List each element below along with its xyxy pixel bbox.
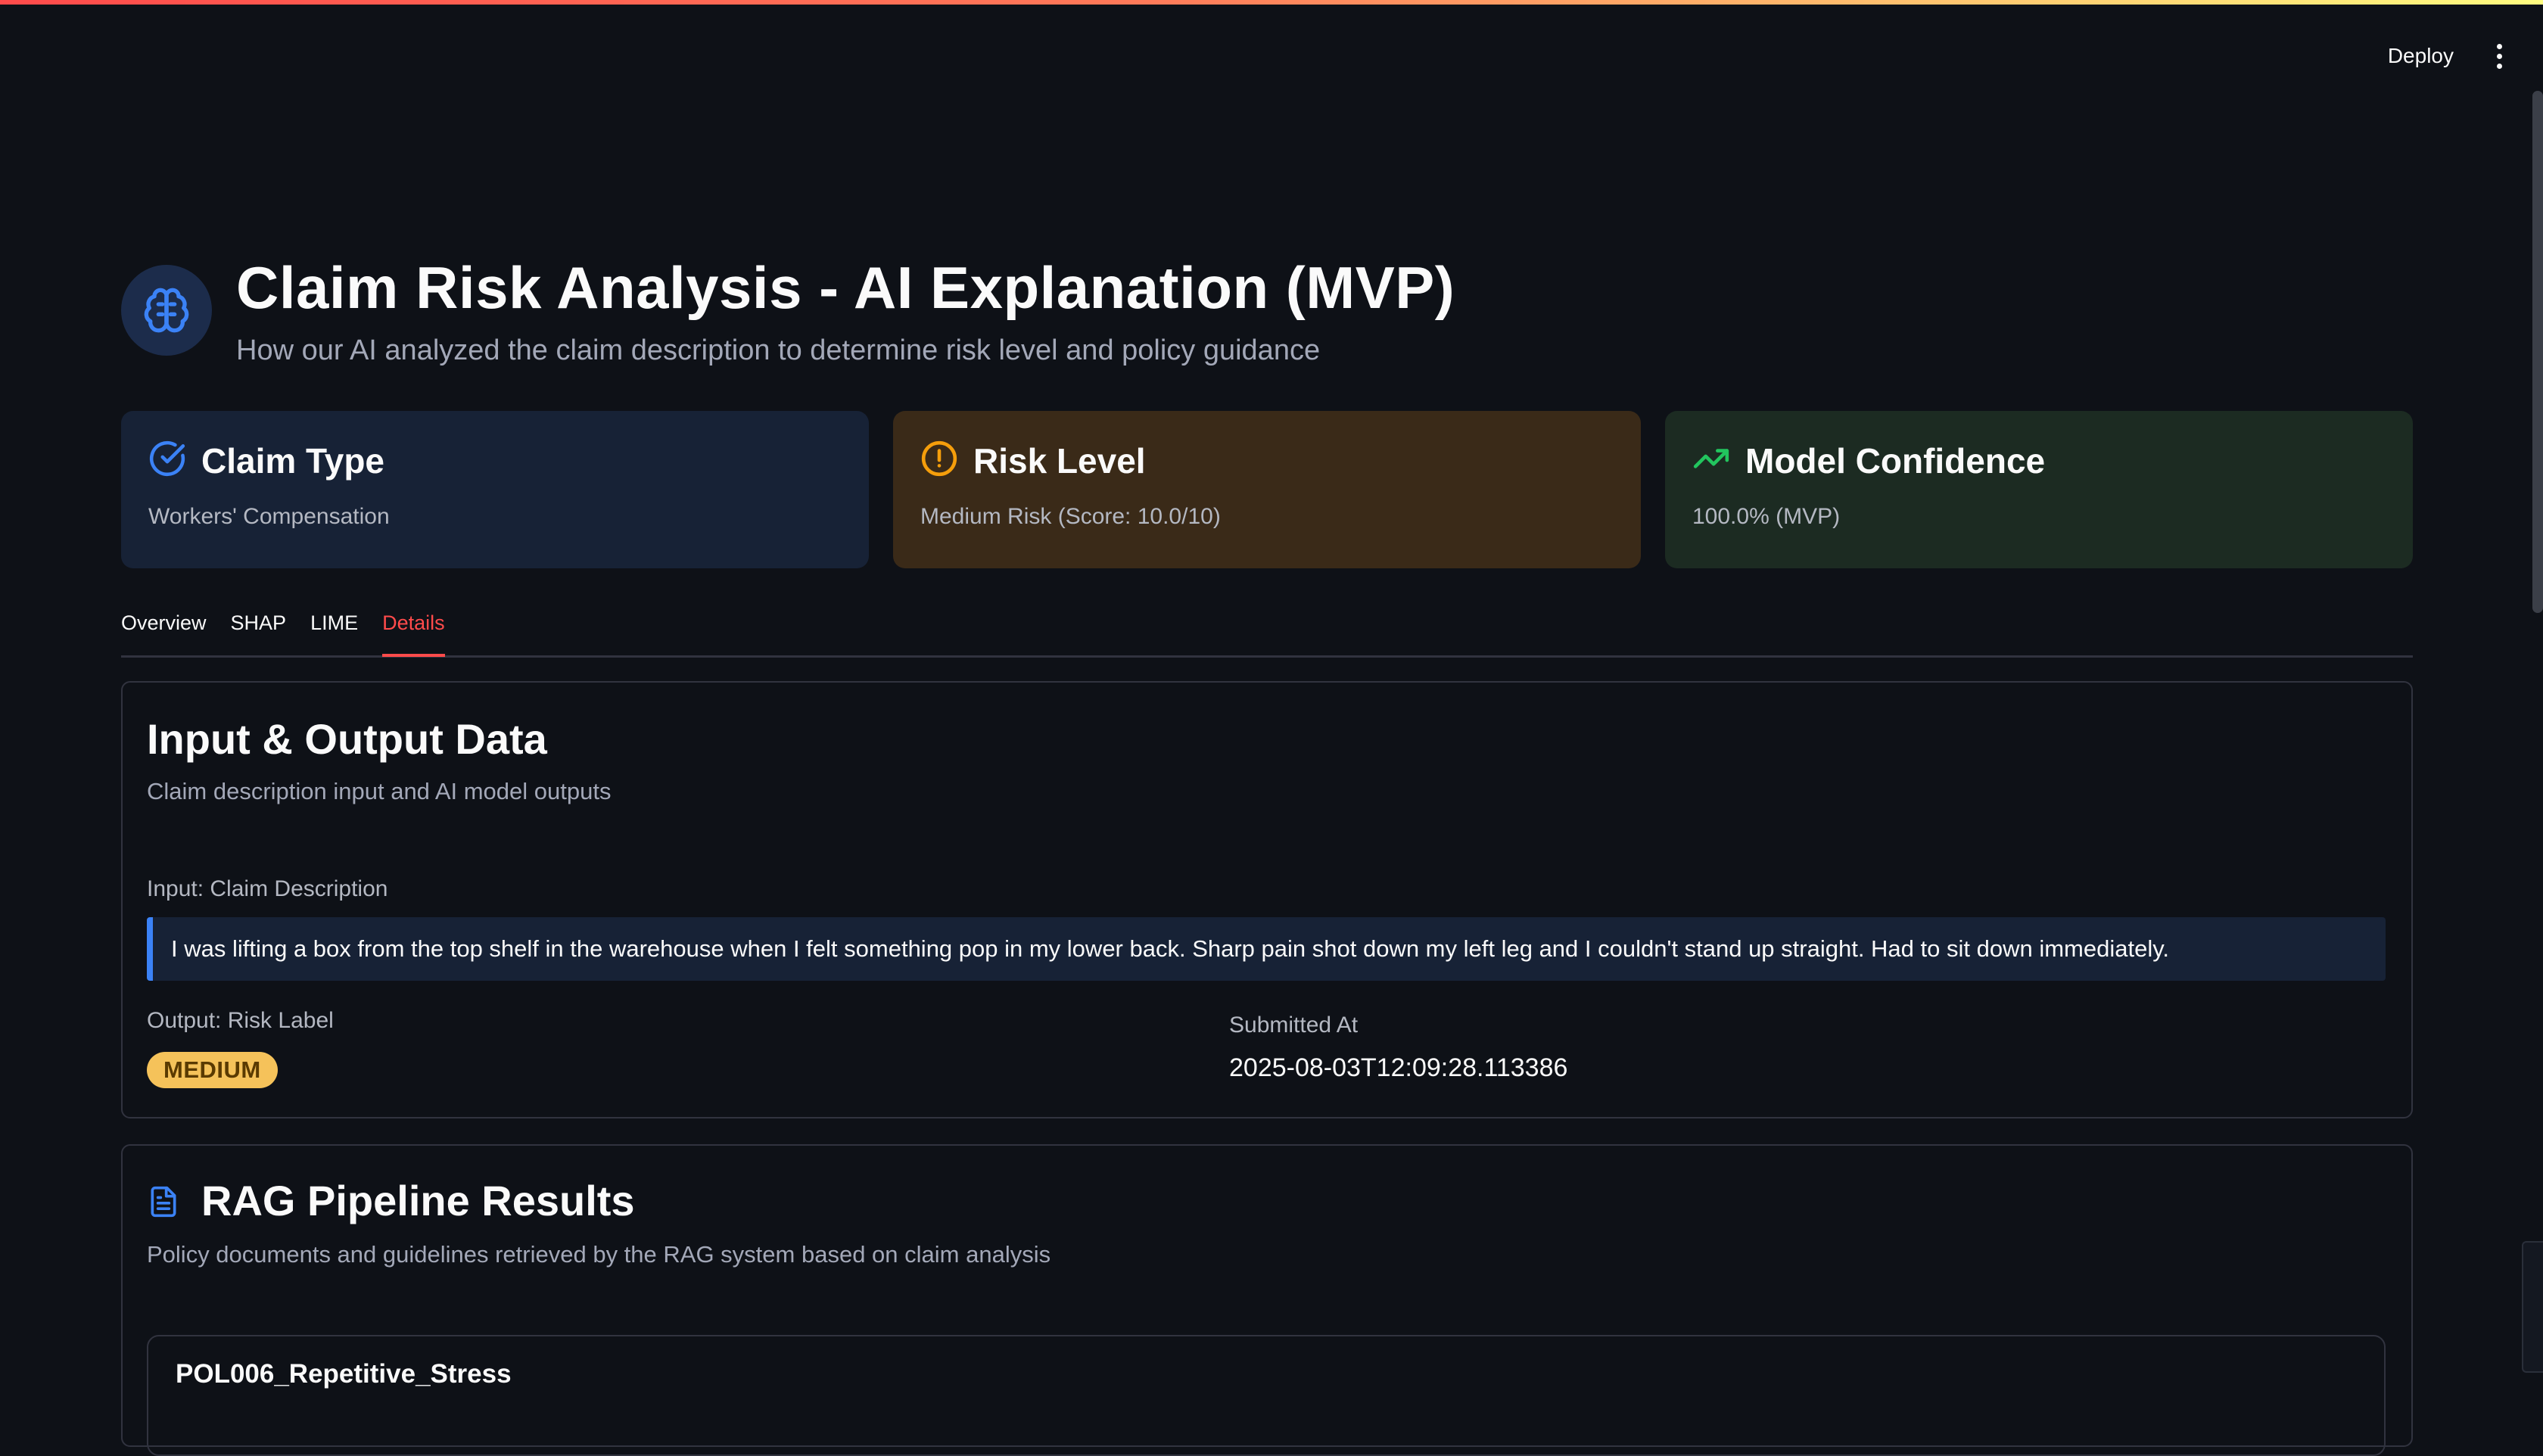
tab-shap[interactable]: SHAP [231,605,287,648]
tab-overview[interactable]: Overview [121,605,207,648]
summary-cards: Claim Type Workers' Compensation Risk Le… [121,411,2413,568]
alert-circle-icon [920,440,958,481]
document-icon [147,1185,180,1222]
model-confidence-card: Model Confidence 100.0% (MVP) [1665,411,2413,568]
page-subtitle: How our AI analyzed the claim descriptio… [236,334,1321,366]
top-decoration-bar [0,0,2543,5]
tab-details[interactable]: Details [382,605,445,657]
check-circle-icon [148,440,186,481]
card-title: Model Confidence [1745,440,2046,481]
card-value: 100.0% (MVP) [1692,504,1841,529]
card-value: Medium Risk (Score: 10.0/10) [920,504,1221,529]
app-toolbar: Deploy [2379,39,2507,73]
submitted-value: 2025-08-03T12:09:28.113386 [1229,1053,1568,1082]
tab-bar: Overview SHAP LIME Details [121,605,2413,658]
risk-badge: MEDIUM [147,1052,278,1088]
page-header: Claim Risk Analysis - AI Explanation (MV… [121,250,1455,367]
input-output-panel: Input & Output Data Claim description in… [121,681,2413,1118]
deploy-button[interactable]: Deploy [2379,39,2463,73]
card-title: Risk Level [973,440,1146,481]
policy-document-title: POL006_Repetitive_Stress [176,1359,512,1389]
input-label: Input: Claim Description [147,876,388,901]
brain-icon [121,265,212,356]
page-title: Claim Risk Analysis - AI Explanation (MV… [236,254,1455,321]
main-menu-icon[interactable] [2492,41,2507,71]
chart-thumbnail [2522,1241,2543,1373]
section-subtitle: Claim description input and AI model out… [147,778,612,804]
claim-description-text: I was lifting a box from the top shelf i… [171,935,2170,962]
scrollbar[interactable] [2532,91,2543,613]
section-title: Input & Output Data [147,715,547,763]
output-label: Output: Risk Label [147,1008,334,1033]
trending-up-icon [1692,440,1730,481]
section-title: RAG Pipeline Results [201,1177,635,1224]
card-title: Claim Type [201,440,384,481]
rag-results-panel: RAG Pipeline Results Policy documents an… [121,1144,2413,1456]
claim-description: I was lifting a box from the top shelf i… [147,917,2386,981]
tab-lime[interactable]: LIME [310,605,358,648]
section-subtitle: Policy documents and guidelines retrieve… [147,1241,1051,1268]
submitted-label: Submitted At [1229,1013,1359,1038]
policy-document-card[interactable]: POL006_Repetitive_Stress [147,1335,2386,1456]
claim-type-card: Claim Type Workers' Compensation [121,411,869,568]
risk-level-card: Risk Level Medium Risk (Score: 10.0/10) [893,411,1641,568]
card-value: Workers' Compensation [148,504,390,529]
